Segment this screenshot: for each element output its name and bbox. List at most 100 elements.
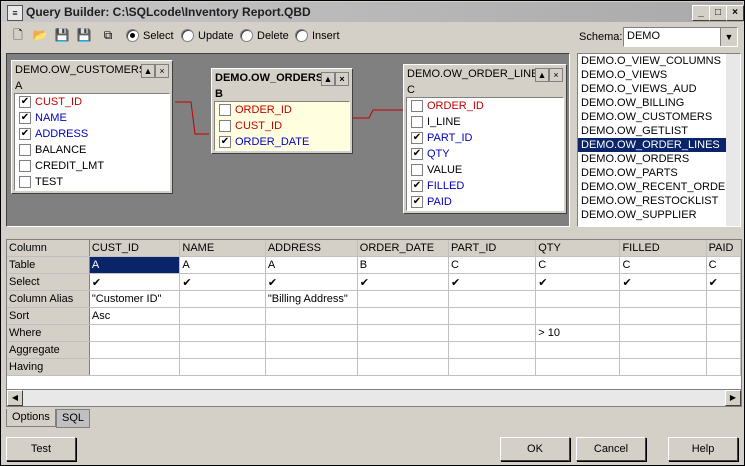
copy-icon[interactable]: ⧉	[100, 27, 116, 43]
column-row[interactable]: ✔ NAME	[15, 110, 169, 126]
grid-cell[interactable]	[357, 324, 449, 342]
column-checkbox[interactable]	[219, 120, 231, 132]
help-button[interactable]: Help	[668, 437, 738, 461]
column-checkbox[interactable]	[19, 160, 31, 172]
grid-cell[interactable]: "Billing Address"	[265, 290, 358, 308]
grid-cell[interactable]	[619, 324, 707, 342]
cancel-button[interactable]: Cancel	[576, 437, 646, 461]
grid-cell[interactable]	[357, 341, 449, 359]
grid-horizontal-scrollbar[interactable]: ◀ ▶	[6, 389, 742, 407]
grid-cell[interactable]	[179, 324, 266, 342]
grid-cell[interactable]	[357, 290, 449, 308]
save-icon[interactable]: 💾	[54, 27, 70, 43]
grid-cell[interactable]: ✔	[357, 273, 449, 291]
column-checkbox[interactable]: ✔	[411, 196, 423, 208]
table-box-header[interactable]: DEMO.OW_ORDER_LINES ▲ ×	[404, 65, 566, 83]
column-row[interactable]: TEST	[15, 174, 169, 190]
table-box-a[interactable]: DEMO.OW_CUSTOMERS ▲ × A ✔ CUST_ID ✔ NAME ✔ ADD…	[11, 60, 173, 194]
tab-sql[interactable]: SQL	[56, 409, 91, 428]
grid-column-header[interactable]: FILLED	[619, 240, 707, 257]
grid-cell[interactable]: ✔	[535, 273, 621, 291]
grid-cell[interactable]	[179, 358, 266, 376]
column-row[interactable]: ✔ FILLED	[407, 178, 563, 194]
column-row[interactable]: BALANCE	[15, 142, 169, 158]
column-checkbox[interactable]: ✔	[411, 132, 423, 144]
schema-list-scrollbar[interactable]	[726, 54, 740, 226]
schema-list-item[interactable]: DEMO.O_VIEWS_AUD	[578, 82, 740, 96]
grid-cell[interactable]: A	[265, 256, 358, 274]
mode-radio-insert[interactable]: Insert	[295, 29, 340, 42]
tab-options[interactable]: Options	[6, 409, 56, 427]
column-checkbox[interactable]: ✔	[19, 112, 31, 124]
column-checkbox[interactable]	[219, 104, 231, 116]
table-box-c[interactable]: DEMO.OW_ORDER_LINES ▲ × C ORDER_ID I_LINE ✔…	[403, 64, 567, 214]
grid-cell[interactable]: C	[535, 256, 621, 274]
grid-cell[interactable]	[619, 307, 707, 325]
test-button[interactable]: Test	[6, 437, 76, 461]
sort-icon[interactable]: ▲	[141, 64, 155, 78]
grid-cell[interactable]	[357, 358, 449, 376]
query-grid[interactable]: Column CUST_ID NAME ADDRESS ORDER_DATE PART_I…	[6, 239, 742, 391]
save-as-icon[interactable]: 💾	[76, 27, 92, 43]
grid-column-header[interactable]: CUST_ID	[89, 240, 181, 257]
column-checkbox[interactable]: ✔	[219, 136, 231, 148]
mode-radio-delete[interactable]: Delete	[240, 29, 289, 42]
grid-cell[interactable]	[89, 341, 181, 359]
column-checkbox[interactable]	[19, 144, 31, 156]
column-checkbox[interactable]: ✔	[19, 96, 31, 108]
grid-cell[interactable]: "Customer ID"	[89, 290, 181, 308]
chevron-down-icon[interactable]: ▼	[720, 28, 737, 46]
column-row[interactable]: ORDER_ID	[407, 98, 563, 114]
column-row[interactable]: VALUE	[407, 162, 563, 178]
minimize-button[interactable]: _	[692, 5, 710, 21]
grid-cell[interactable]: C	[448, 256, 537, 274]
grid-cell[interactable]	[89, 358, 181, 376]
grid-cell[interactable]	[179, 341, 266, 359]
schema-list-item[interactable]: DEMO.O_VIEW_COLUMNS	[578, 54, 740, 68]
grid-cell[interactable]	[265, 358, 358, 376]
grid-cell[interactable]	[89, 324, 181, 342]
grid-cell[interactable]	[357, 307, 449, 325]
grid-cell[interactable]	[448, 290, 537, 308]
schema-dropdown[interactable]: DEMO ▼	[623, 27, 738, 47]
grid-cell[interactable]: ✔	[619, 273, 707, 291]
diagram-canvas[interactable]: DEMO.OW_CUSTOMERS ▲ × A ✔ CUST_ID ✔ NAME ✔ ADD…	[6, 53, 570, 227]
column-row[interactable]: I_LINE	[407, 114, 563, 130]
grid-cell[interactable]: C	[706, 256, 741, 274]
table-box-b[interactable]: DEMO.OW_ORDERS ▲ × B ORDER_ID CUST_ID ✔ ORDE…	[211, 68, 353, 154]
column-checkbox[interactable]	[411, 100, 423, 112]
grid-cell[interactable]: Asc	[89, 307, 181, 325]
grid-column-header[interactable]: ADDRESS	[265, 240, 358, 257]
sort-icon[interactable]: ▲	[535, 68, 549, 82]
grid-cell[interactable]: ✔	[179, 273, 266, 291]
mode-radio-select[interactable]: Select	[126, 29, 174, 42]
grid-cell[interactable]: ✔	[265, 273, 358, 291]
schema-list-item[interactable]: DEMO.OW_RESTOCKLIST	[578, 194, 740, 208]
sort-icon[interactable]: ▲	[321, 72, 335, 86]
grid-column-header[interactable]: ORDER_DATE	[357, 240, 449, 257]
close-table-icon[interactable]: ×	[335, 72, 349, 86]
schema-object-list[interactable]: DEMO.O_VIEW_COLUMNS DEMO.O_VIEWS DEMO.O_VI…	[577, 53, 741, 227]
schema-list-item[interactable]: DEMO.OW_PARTS	[578, 166, 740, 180]
grid-cell[interactable]: ✔	[448, 273, 537, 291]
schema-list-item[interactable]: DEMO.OW_RECENT_ORDERS	[578, 180, 740, 194]
column-row[interactable]: ✔ PAID	[407, 194, 563, 210]
close-table-icon[interactable]: ×	[549, 68, 563, 82]
column-checkbox[interactable]: ✔	[411, 180, 423, 192]
grid-cell[interactable]	[706, 324, 741, 342]
mode-radio-update[interactable]: Update	[181, 29, 233, 42]
grid-cell[interactable]: A	[179, 256, 266, 274]
open-qbd-icon[interactable]: 📂	[32, 27, 48, 43]
column-row[interactable]: ✔ PART_ID	[407, 130, 563, 146]
column-row[interactable]: ORDER_ID	[215, 102, 349, 118]
grid-cell[interactable]: ✔	[89, 273, 181, 291]
column-row[interactable]: CREDIT_LMT	[15, 158, 169, 174]
column-checkbox[interactable]	[411, 164, 423, 176]
grid-cell[interactable]	[535, 358, 621, 376]
column-row[interactable]: ✔ CUST_ID	[15, 94, 169, 110]
schema-list-item[interactable]: DEMO.OW_BILLING	[578, 96, 740, 110]
grid-cell[interactable]: > 10	[535, 324, 621, 342]
grid-cell[interactable]	[448, 358, 537, 376]
grid-column-header[interactable]: QTY	[535, 240, 621, 257]
scroll-right-icon[interactable]: ▶	[725, 390, 741, 406]
